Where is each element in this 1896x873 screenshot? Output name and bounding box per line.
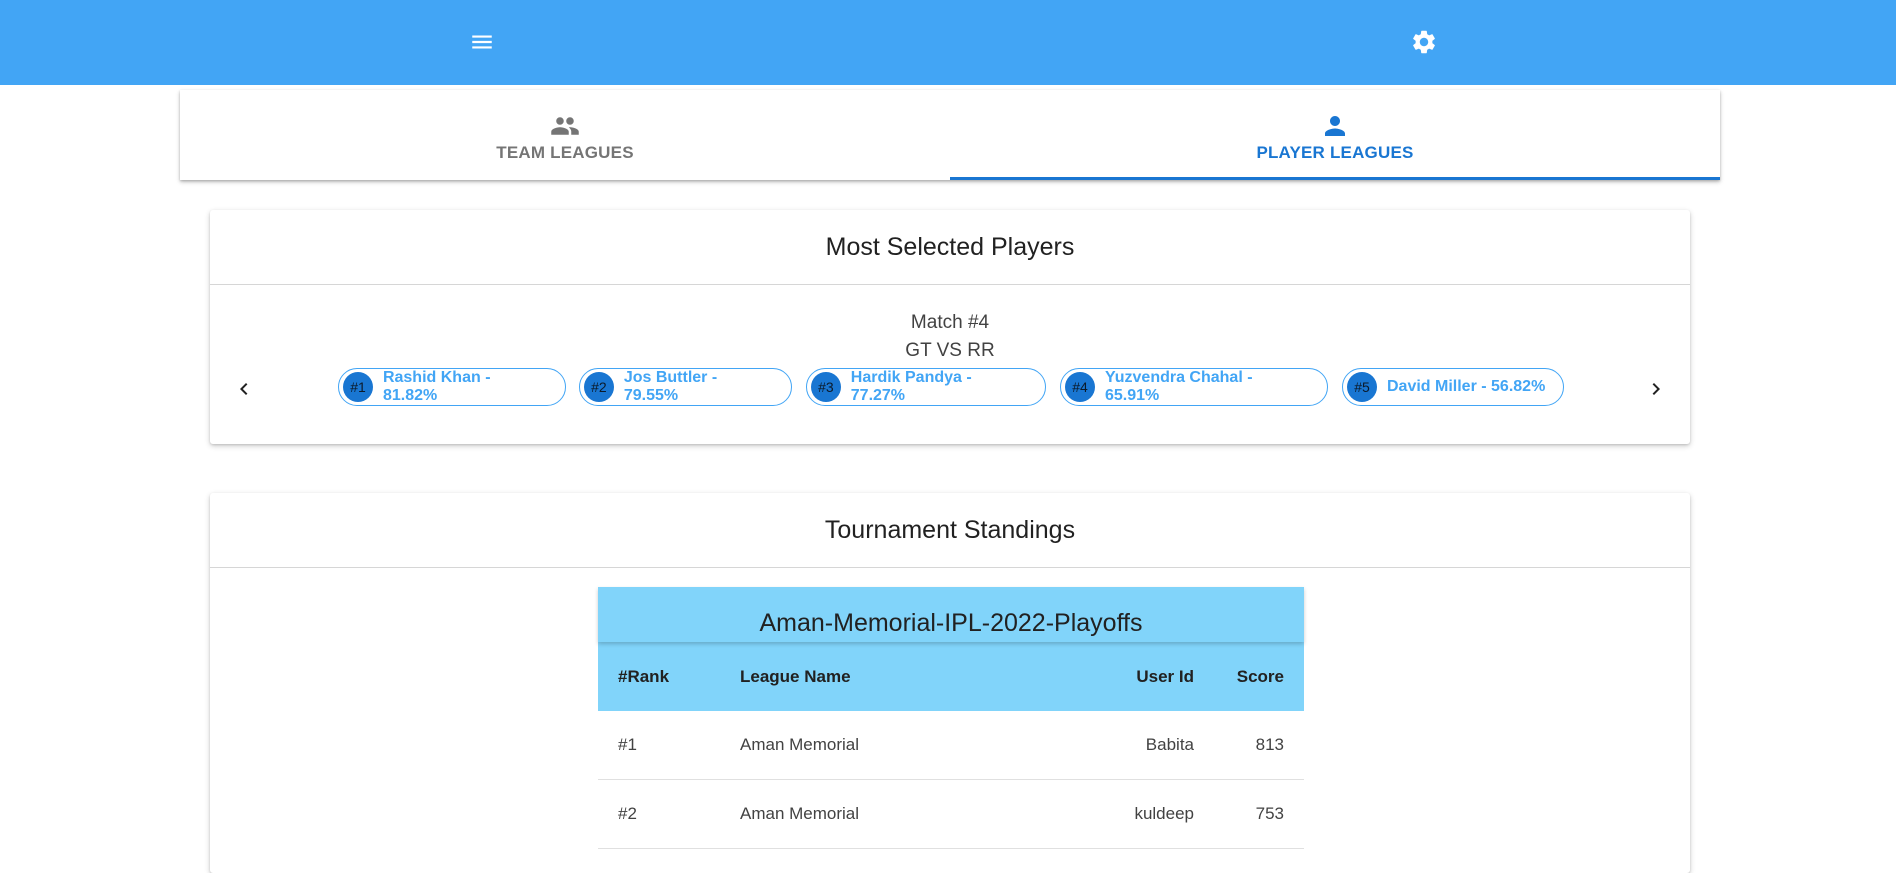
player-chip[interactable]: #5 David Miller - 56.82% [1342, 368, 1564, 406]
cell-user-id: Babita [1064, 711, 1214, 780]
tab-team-leagues[interactable]: TEAM LEAGUES [180, 90, 950, 180]
tournament-standings-card: Tournament Standings Aman-Memorial-IPL-2… [210, 493, 1690, 873]
card-title: Most Selected Players [210, 210, 1690, 285]
chevron-right-icon[interactable] [1638, 371, 1674, 407]
column-header-user-id[interactable]: User Id [1064, 642, 1214, 711]
player-label: Rashid Khan - 81.82% [382, 369, 491, 404]
rank-badge: #3 [811, 372, 841, 402]
cell-league-name: Aman Memorial [720, 779, 1064, 849]
rank-badge: #1 [343, 372, 373, 402]
standings-table: #Rank League Name User Id Score #1 Aman … [598, 642, 1304, 849]
tab-label: PLAYER LEAGUES [1256, 143, 1414, 162]
column-header-rank[interactable]: #Rank [598, 642, 720, 711]
cell-score: 813 [1214, 711, 1304, 780]
league-name: Aman-Memorial-IPL-2022-Playoffs [759, 609, 1143, 637]
column-header-league-name[interactable]: League Name [720, 642, 1064, 711]
cell-rank: #2 [598, 779, 720, 849]
cell-user-id: kuldeep [1064, 779, 1214, 849]
rank-badge: #5 [1347, 372, 1377, 402]
standings-table-container: Aman-Memorial-IPL-2022-Playoffs #Rank Le… [598, 587, 1304, 849]
player-label: David Miller - 56.82% [1387, 378, 1546, 395]
players-carousel: #1 Rashid Khan - 81.82% #2 Jos Buttler -… [210, 368, 1690, 410]
table-row[interactable]: #1 Aman Memorial Babita 813 [598, 711, 1304, 780]
table-row[interactable]: #2 Aman Memorial kuldeep 753 [598, 779, 1304, 849]
league-title: Aman-Memorial-IPL-2022-Playoffs [598, 587, 1304, 642]
person-icon [1320, 111, 1350, 139]
player-chip[interactable]: #4 Yuzvendra Chahal - 65.91% [1060, 368, 1328, 406]
most-selected-players-card: Most Selected Players Match #4 GT VS RR … [210, 210, 1690, 444]
column-header-score[interactable]: Score [1214, 642, 1304, 711]
cell-score: 753 [1214, 779, 1304, 849]
player-label: Jos Buttler - 79.55% [623, 369, 718, 404]
table-header-row: #Rank League Name User Id Score [598, 642, 1304, 711]
player-label: Yuzvendra Chahal - 65.91% [1104, 369, 1253, 404]
menu-icon[interactable] [462, 22, 502, 62]
rank-badge: #2 [584, 372, 614, 402]
league-tabs: TEAM LEAGUES PLAYER LEAGUES [180, 90, 1720, 180]
match-info: Match #4 GT VS RR [210, 285, 1690, 365]
player-chip[interactable]: #1 Rashid Khan - 81.82% [338, 368, 566, 406]
gear-icon[interactable] [1404, 22, 1444, 62]
player-chip[interactable]: #2 Jos Buttler - 79.55% [579, 368, 792, 406]
cell-rank: #1 [598, 711, 720, 780]
tab-label: TEAM LEAGUES [496, 143, 634, 162]
rank-badge: #4 [1065, 372, 1095, 402]
player-chip[interactable]: #3 Hardik Pandya - 77.27% [806, 368, 1046, 406]
chevron-left-icon[interactable] [226, 371, 262, 407]
tab-player-leagues[interactable]: PLAYER LEAGUES [950, 90, 1720, 180]
match-teams: GT VS RR [905, 340, 995, 361]
cell-league-name: Aman Memorial [720, 711, 1064, 780]
card-title: Tournament Standings [210, 493, 1690, 568]
group-icon [550, 111, 580, 139]
app-bar [0, 0, 1896, 85]
player-label: Hardik Pandya - 77.27% [850, 369, 972, 404]
match-label: Match #4 [910, 312, 990, 333]
